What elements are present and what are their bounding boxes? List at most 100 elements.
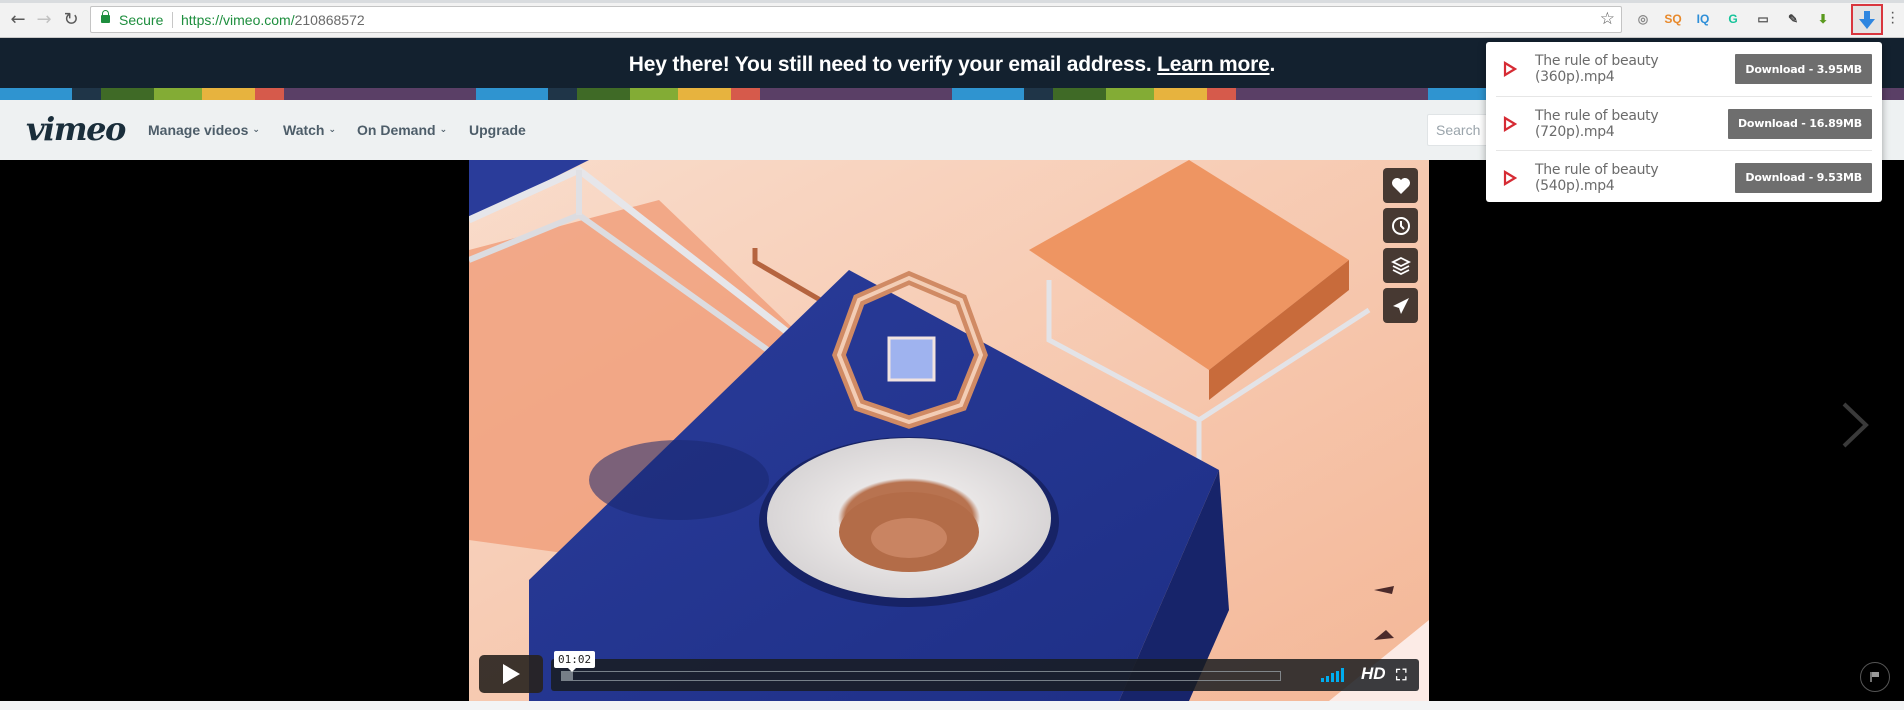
cast-icon[interactable]: ▭ bbox=[1753, 9, 1773, 29]
stripe-segment bbox=[201, 88, 255, 100]
nav-label: On Demand bbox=[357, 122, 436, 138]
share-button[interactable] bbox=[1383, 288, 1418, 323]
play-button[interactable] bbox=[479, 655, 543, 693]
download-filename: The rule of beauty (360p).mp4 bbox=[1535, 53, 1659, 85]
nav-manage-videos[interactable]: Manage videos ⌄ bbox=[148, 122, 260, 138]
progress-bar[interactable]: 01:02 bbox=[554, 651, 1281, 681]
video-downloader-button[interactable] bbox=[1851, 4, 1883, 35]
grammarly-icon[interactable]: G bbox=[1723, 9, 1743, 29]
download-popup: The rule of beauty (360p).mp4 Download -… bbox=[1486, 42, 1882, 202]
play-outline-icon bbox=[1503, 169, 1517, 186]
chevron-down-icon: ⌄ bbox=[252, 125, 260, 135]
stripe-segment bbox=[576, 88, 630, 100]
green-download-extension-icon[interactable]: ⬇ bbox=[1813, 9, 1833, 29]
arrow-right-icon: → bbox=[36, 8, 52, 30]
report-button[interactable] bbox=[1860, 662, 1890, 692]
next-video-chevron-icon[interactable] bbox=[1840, 400, 1870, 450]
download-button[interactable]: Download - 3.95MB bbox=[1735, 54, 1872, 84]
download-item: The rule of beauty (540p).mp4 Download -… bbox=[1496, 150, 1872, 204]
arrow-left-icon: ← bbox=[10, 8, 26, 30]
download-item: The rule of beauty (360p).mp4 Download -… bbox=[1496, 42, 1872, 96]
stripe-segment bbox=[1052, 88, 1106, 100]
target-extension-icon[interactable]: ◎ bbox=[1633, 9, 1653, 29]
page-bottom bbox=[0, 701, 1904, 710]
nav-watch[interactable]: Watch ⌄ bbox=[283, 122, 336, 138]
stripe-segment bbox=[1024, 88, 1053, 100]
stripe-segment bbox=[283, 88, 476, 100]
play-icon bbox=[503, 664, 520, 684]
stripe-segment bbox=[759, 88, 952, 100]
url-path: 210868572 bbox=[294, 12, 365, 28]
download-item: The rule of beauty (720p).mp4 Download -… bbox=[1496, 96, 1872, 150]
like-button[interactable] bbox=[1383, 168, 1418, 203]
layers-icon bbox=[1390, 256, 1411, 275]
stripe-segment bbox=[254, 88, 284, 100]
iq-extension-icon[interactable]: IQ bbox=[1693, 9, 1713, 29]
address-separator bbox=[172, 12, 173, 28]
play-outline-icon bbox=[1503, 61, 1517, 77]
hd-badge[interactable]: HD bbox=[1361, 664, 1386, 684]
volume-control[interactable] bbox=[1321, 668, 1344, 682]
volume-bar bbox=[1326, 675, 1329, 682]
volume-bar bbox=[1341, 668, 1344, 682]
nav-label: Watch bbox=[283, 122, 325, 138]
download-filename: The rule of beauty (720p).mp4 bbox=[1535, 107, 1659, 140]
current-time: 01:02 bbox=[554, 651, 596, 672]
volume-bar bbox=[1336, 670, 1339, 682]
learn-more-link[interactable]: Learn more bbox=[1157, 53, 1270, 76]
video-player[interactable]: 01:02 HD ⛶ bbox=[469, 160, 1429, 701]
progress-fill bbox=[562, 672, 573, 680]
url-host: https://vimeo.com/ bbox=[181, 12, 295, 28]
chrome-menu-icon[interactable]: · · · bbox=[1890, 5, 1895, 31]
secure-label: Secure bbox=[119, 12, 164, 28]
stripe-segment bbox=[476, 88, 549, 100]
forward-button[interactable]: → bbox=[34, 8, 54, 30]
stripe-segment bbox=[1153, 88, 1207, 100]
fullscreen-icon[interactable]: ⛶ bbox=[1396, 666, 1407, 684]
collections-button[interactable] bbox=[1383, 248, 1418, 283]
stripe-segment bbox=[72, 88, 101, 100]
stripe-segment bbox=[1206, 88, 1236, 100]
heart-icon bbox=[1391, 177, 1410, 194]
control-bar: 01:02 HD ⛶ bbox=[551, 651, 1419, 691]
video-stage: 01:02 HD ⛶ bbox=[0, 160, 1904, 701]
sq-extension-icon[interactable]: SQ bbox=[1663, 9, 1683, 29]
download-button[interactable]: Download - 16.89MB bbox=[1727, 108, 1872, 139]
stripe-segment bbox=[730, 88, 760, 100]
chevron-down-icon: ⌄ bbox=[439, 125, 448, 135]
browser-toolbar: ← → ↻ Secure https://vimeo.com/210868572… bbox=[0, 0, 1904, 38]
watch-later-button[interactable] bbox=[1383, 208, 1418, 243]
nav-on-demand[interactable]: On Demand ⌄ bbox=[357, 122, 447, 138]
volume-bar bbox=[1331, 673, 1334, 682]
stripe-segment bbox=[548, 88, 577, 100]
lock-icon bbox=[101, 10, 110, 23]
banner-text: Hey there! You still need to verify your… bbox=[628, 53, 1158, 76]
play-outline-icon bbox=[1503, 115, 1517, 132]
download-arrow-icon bbox=[1859, 10, 1875, 29]
nav-label: Manage videos bbox=[148, 122, 249, 138]
nav-upgrade[interactable]: Upgrade bbox=[469, 122, 526, 138]
stripe-segment bbox=[629, 88, 678, 100]
back-button[interactable]: ← bbox=[8, 8, 28, 30]
flag-icon bbox=[1870, 672, 1879, 682]
stripe-segment bbox=[153, 88, 202, 100]
volume-bar bbox=[1321, 678, 1324, 682]
download-filename: The rule of beauty (540p).mp4 bbox=[1535, 161, 1659, 194]
bookmark-star-icon[interactable]: ☆ bbox=[1600, 9, 1615, 29]
stripe-segment bbox=[1235, 88, 1428, 100]
stripe-segment bbox=[952, 88, 1025, 100]
nav-label: Upgrade bbox=[469, 122, 526, 138]
download-button[interactable]: Download - 9.53MB bbox=[1735, 162, 1872, 193]
vimeo-logo[interactable]: vimeo bbox=[26, 110, 126, 148]
url-text[interactable]: https://vimeo.com/210868572 bbox=[181, 12, 365, 28]
paper-plane-icon bbox=[1392, 297, 1409, 314]
reload-button[interactable]: ↻ bbox=[61, 9, 81, 30]
browser-window: ← → ↻ Secure https://vimeo.com/210868572… bbox=[0, 0, 1904, 710]
chevron-down-icon: ⌄ bbox=[328, 125, 337, 135]
address-bar[interactable]: Secure https://vimeo.com/210868572 ☆ bbox=[90, 6, 1622, 33]
clock-icon bbox=[1391, 216, 1410, 235]
stripe-segment bbox=[677, 88, 731, 100]
stripe-segment bbox=[1105, 88, 1154, 100]
bird-extension-icon[interactable]: ✎ bbox=[1783, 9, 1803, 29]
stripe-segment bbox=[100, 88, 154, 100]
